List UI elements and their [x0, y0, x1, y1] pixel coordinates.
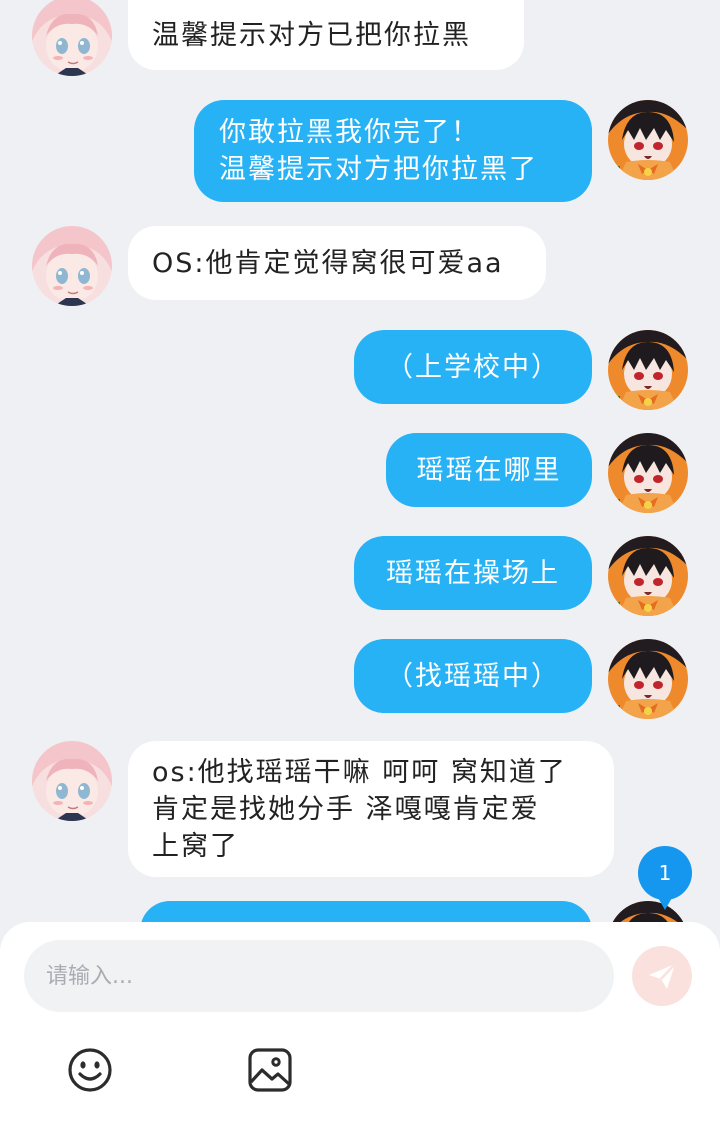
message-input[interactable] [44, 962, 614, 990]
unread-count-badge[interactable]: 1 [638, 846, 692, 910]
composer-panel [0, 922, 720, 1130]
smiley-face-icon [68, 1048, 112, 1092]
avatar-other[interactable] [32, 226, 112, 306]
send-plane-icon [649, 963, 676, 989]
avatar-me[interactable] [608, 536, 688, 616]
chat-screen: 温馨提示对方已把你拉黑 你敢拉黑我你完了！ 温馨提示对方把你拉黑了 OS:他肯定… [0, 0, 720, 1130]
avatar-me[interactable] [608, 100, 688, 180]
message-input-box[interactable] [24, 940, 614, 1012]
message-bubble-incoming[interactable]: OS:他肯定觉得窝很可爱aa [128, 226, 546, 300]
message-bubble-incoming[interactable]: os:他找瑶瑶干嘛 呵呵 窝知道了 肯定是找她分手 泽嘎嘎肯定爱 上窝了 [128, 741, 614, 877]
message-bubble-outgoing[interactable]: 你敢拉黑我你完了！ 温馨提示对方把你拉黑了 [194, 100, 592, 202]
avatar-me[interactable] [608, 433, 688, 513]
avatar-other[interactable] [32, 741, 112, 821]
emoji-button[interactable] [66, 1046, 114, 1094]
send-button[interactable] [632, 946, 692, 1006]
avatar-other[interactable] [32, 0, 112, 76]
message-bubble-incoming[interactable]: 温馨提示对方已把你拉黑 [128, 0, 524, 70]
message-bubble-outgoing[interactable]: 瑶瑶在操场上 [354, 536, 592, 610]
image-picture-icon [248, 1048, 292, 1092]
message-bubble-outgoing[interactable]: （找瑶瑶中） [354, 639, 592, 713]
message-bubble-outgoing[interactable]: （上学校中） [354, 330, 592, 404]
message-bubble-outgoing[interactable]: 瑶瑶在哪里 [386, 433, 592, 507]
image-button[interactable] [246, 1046, 294, 1094]
avatar-me[interactable] [608, 330, 688, 410]
avatar-me[interactable] [608, 639, 688, 719]
